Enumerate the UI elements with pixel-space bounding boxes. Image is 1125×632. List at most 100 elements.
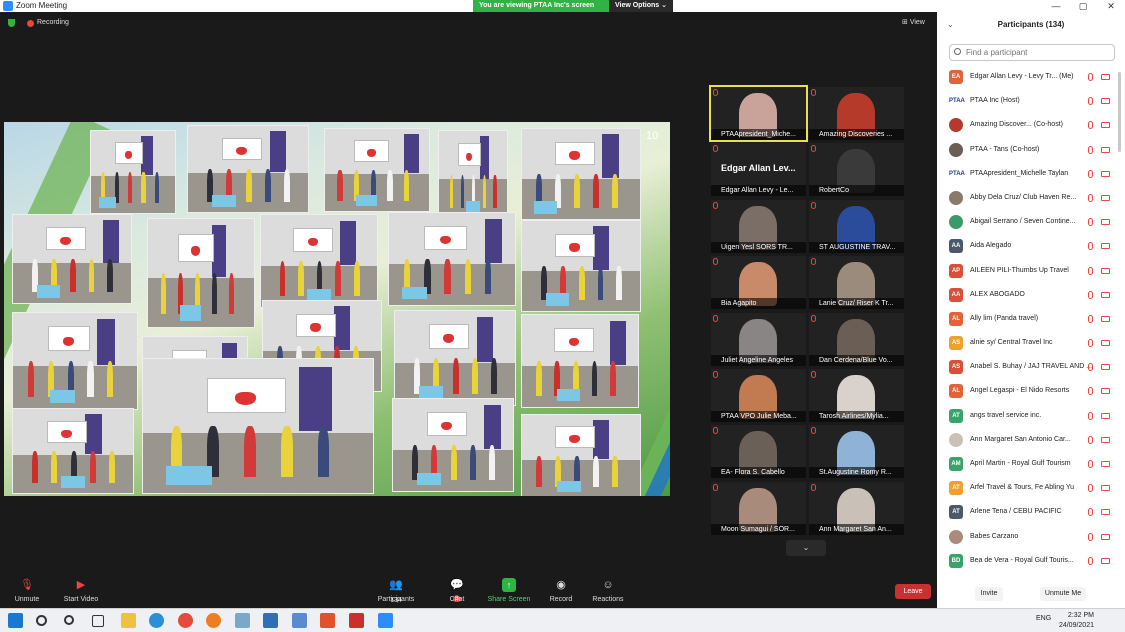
view-options-button[interactable]: View Options ⌄: [608, 0, 673, 12]
participant-row[interactable]: AT Arfel Travel & Tours, Fe Abling Yu: [937, 476, 1125, 500]
cortana-icon[interactable]: [64, 615, 74, 625]
photo-banner: [424, 225, 468, 250]
participant-row[interactable]: Babes Carzano: [937, 525, 1125, 549]
zoom-logo-icon: [3, 1, 13, 11]
photo-pillar: [141, 135, 154, 176]
participant-row[interactable]: Ann Margaret San Antonio Car...: [937, 428, 1125, 452]
video-tile[interactable]: PTAA VPO Julie Meba...: [711, 369, 806, 422]
participant-row[interactable]: AS alnie sy/ Central Travel Inc: [937, 331, 1125, 355]
maximize-button[interactable]: ▢: [1071, 0, 1095, 12]
participant-row[interactable]: PTAA PTAA Inc (Host): [937, 89, 1125, 113]
participant-row[interactable]: EA Edgar Allan Levy - Levy Tr... (Me): [937, 65, 1125, 89]
mic-muted-icon: [811, 314, 816, 322]
search-icon[interactable]: [36, 615, 47, 626]
video-tile[interactable]: Uigen Yesl SORS TR...: [711, 199, 806, 253]
video-tile[interactable]: Juliet Angeline Angeles: [711, 312, 806, 366]
windows-start-icon[interactable]: [8, 613, 23, 628]
photo-person: [298, 261, 304, 296]
video-off-icon: [1101, 291, 1110, 298]
app-icon[interactable]: [320, 613, 335, 628]
video-tile[interactable]: Ann Margaret San An...: [809, 481, 904, 535]
mic-muted-icon: [1088, 218, 1093, 227]
mic-muted-icon: [811, 483, 816, 491]
chat-button[interactable]: 💬3 Chat: [427, 578, 487, 603]
participant-row[interactable]: AA ALEX ABOGADO: [937, 283, 1125, 307]
video-off-icon: ▶: [76, 579, 86, 591]
chevron-down-icon[interactable]: ⌄: [786, 540, 826, 556]
invite-button[interactable]: Invite: [975, 587, 1003, 601]
shield-icon[interactable]: [8, 19, 15, 27]
chrome-icon[interactable]: [178, 613, 193, 628]
mic-muted-icon: [713, 314, 718, 322]
participant-row[interactable]: AM April Martin - Royal Gulf Tourism: [937, 452, 1125, 476]
participants-button[interactable]: 👥 134 Participants: [366, 578, 426, 604]
clock[interactable]: 2:32 PM 24/09/2021: [1056, 611, 1094, 631]
mic-muted-icon: [713, 145, 718, 153]
record-label: Record: [549, 596, 573, 603]
participant-row[interactable]: AS Anabel S. Buhay / JAJ TRAVEL AND ...: [937, 355, 1125, 379]
video-tile[interactable]: EA- Flora S. Cabello: [711, 425, 806, 479]
video-tile[interactable]: Moon Sumagui / SOR...: [711, 481, 806, 535]
video-tile[interactable]: RobertCo: [809, 143, 904, 197]
participant-row[interactable]: BD Bea de Vera - Royal Gulf Touris...: [937, 549, 1125, 573]
video-tile[interactable]: PTAApresident_Miche...: [709, 85, 808, 142]
reactions-button[interactable]: ☺ Reactions: [578, 578, 638, 603]
participant-row[interactable]: AL Ally lim (Panda travel): [937, 307, 1125, 331]
zoom-taskbar-icon[interactable]: [378, 613, 393, 628]
participant-row[interactable]: AT Arlene Tena / CEBU PACIFIC: [937, 500, 1125, 524]
photo-banner: [207, 377, 286, 413]
task-view-icon[interactable]: [92, 615, 104, 627]
photo-person: [211, 273, 217, 315]
video-tile[interactable]: St.Augustine Romy R...: [809, 425, 904, 479]
unmute-button[interactable]: 🎙 Unmute: [0, 578, 57, 603]
leave-button[interactable]: Leave: [895, 584, 931, 599]
photo-pillar: [102, 220, 120, 263]
photo-person: [109, 451, 115, 483]
video-tile[interactable]: Edgar Allan Lev... Edgar Allan Levy - Le.…: [711, 143, 806, 197]
participant-search-input[interactable]: [949, 44, 1115, 61]
word-icon[interactable]: [263, 613, 278, 628]
language-indicator[interactable]: ENG: [1036, 615, 1051, 622]
video-tile[interactable]: Amazing Discoveries ...: [809, 87, 904, 140]
participant-row[interactable]: AP AILEEN PILI-Thumbs Up Travel: [937, 259, 1125, 283]
photo-pillar: [97, 318, 115, 365]
participant-row[interactable]: Amazing Discover... (Co-host): [937, 113, 1125, 137]
participants-label: Participants: [377, 596, 415, 603]
share-screen-button[interactable]: ↑ Share Screen: [479, 578, 539, 603]
view-button[interactable]: ⊞ View: [902, 17, 925, 29]
chat-label: Chat: [449, 596, 465, 603]
photo-person: [337, 170, 343, 202]
photo-person: [535, 361, 542, 396]
mic-muted-icon: [811, 145, 816, 153]
photo-person: [284, 169, 290, 202]
participant-row[interactable]: PTAA PTAApresident_Michelle Taylan: [937, 162, 1125, 186]
photo-goods: [212, 194, 236, 207]
participant-row[interactable]: AL Angel Legaspi - El Nido Resorts: [937, 379, 1125, 403]
participant-name: PTAA - Tans (Co-host): [970, 138, 1096, 162]
participant-name: angs travel service inc.: [970, 404, 1096, 428]
app-icon[interactable]: [235, 613, 250, 628]
video-tile[interactable]: Lanie Cruz/ Riser K Tr...: [809, 256, 904, 310]
participant-row[interactable]: Abigail Serrano / Seven Contine...: [937, 210, 1125, 234]
file-explorer-icon[interactable]: [121, 613, 136, 628]
edge-icon[interactable]: [149, 613, 164, 628]
participant-row[interactable]: AT angs travel service inc.: [937, 404, 1125, 428]
minimize-button[interactable]: —: [1044, 0, 1068, 12]
start-video-button[interactable]: ▶ Start Video: [51, 578, 111, 603]
photo-person: [449, 175, 454, 209]
participant-row[interactable]: AA Aida Alegado: [937, 234, 1125, 258]
scrollbar[interactable]: [1118, 72, 1121, 152]
app-icon[interactable]: [349, 613, 364, 628]
participant-row[interactable]: PTAA - Tans (Co-host): [937, 138, 1125, 162]
video-tile[interactable]: Dan Cerdena/Blue Vo...: [809, 312, 904, 366]
video-tile[interactable]: ST AUGUSTINE TRAV...: [809, 199, 904, 253]
participant-name-text: Babes Carzano: [970, 532, 1019, 540]
participant-row[interactable]: Abby Dela Cruz/ Club Haven Re...: [937, 186, 1125, 210]
firefox-icon[interactable]: [206, 613, 221, 628]
close-button[interactable]: ✕: [1099, 0, 1123, 12]
app-icon[interactable]: [292, 613, 307, 628]
unmute-me-button[interactable]: Unmute Me: [1040, 587, 1086, 601]
photo-banner: [114, 142, 144, 164]
video-tile[interactable]: Bia Agapito: [711, 256, 806, 310]
video-tile[interactable]: Tarosh Airlines/Mylia...: [809, 369, 904, 422]
